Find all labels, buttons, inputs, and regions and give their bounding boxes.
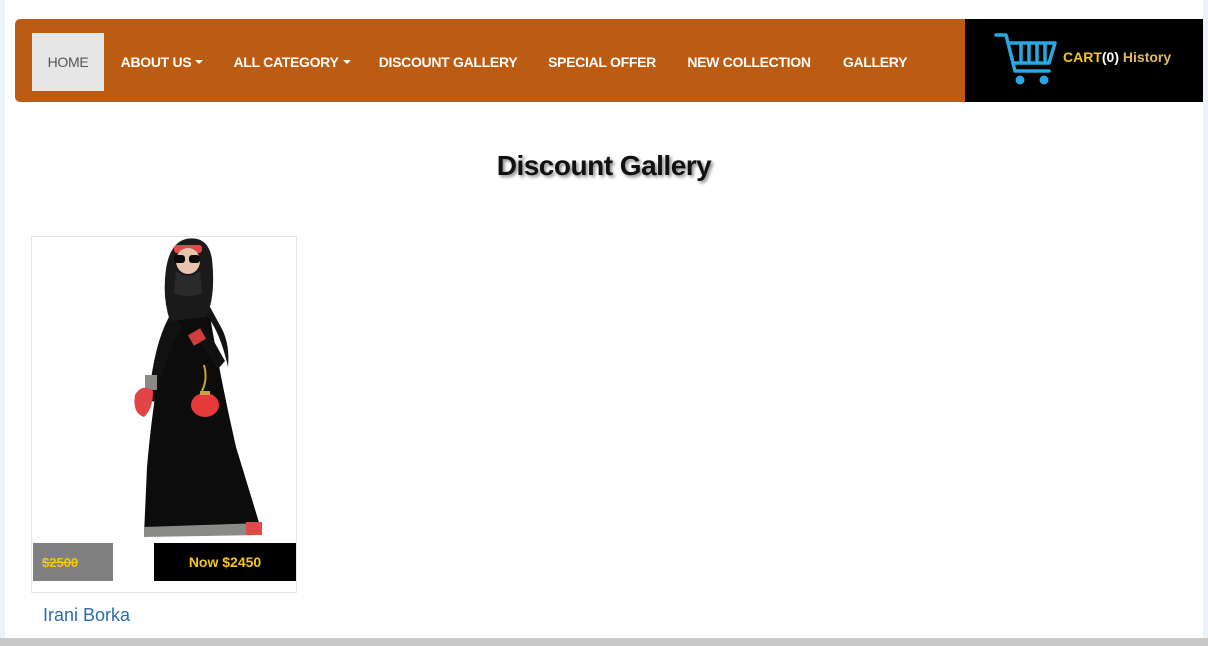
page-body: HOME ABOUT US ALL CATEGORY DISCOUNT GALL… [5, 0, 1203, 638]
product-card[interactable]: $2500 Now $2450 [31, 236, 297, 593]
nav-about-us[interactable]: ABOUT US [115, 33, 209, 91]
nav-home[interactable]: HOME [32, 33, 104, 91]
nav-gallery[interactable]: GALLERY [838, 33, 912, 91]
nav-new-collection[interactable]: NEW COLLECTION [682, 33, 816, 91]
nav-discount-gallery[interactable]: DISCOUNT GALLERY [375, 33, 521, 91]
cart-count: (0) [1101, 49, 1120, 65]
product-name-link[interactable]: Irani Borka [43, 605, 130, 626]
cart-panel: CART(0) History [965, 19, 1203, 102]
new-price: Now $2450 [154, 543, 296, 581]
horizontal-scrollbar[interactable] [0, 638, 1208, 646]
caret-down-icon [342, 60, 351, 64]
cart-link[interactable]: CART(0) History [1063, 49, 1171, 65]
old-price: $2500 [33, 543, 113, 581]
main-navbar: HOME ABOUT US ALL CATEGORY DISCOUNT GALL… [15, 19, 965, 102]
history-link[interactable]: History [1123, 49, 1171, 65]
shopping-cart-icon[interactable] [993, 31, 1059, 91]
caret-down-icon [195, 60, 204, 64]
nav-all-category[interactable]: ALL CATEGORY [225, 33, 359, 91]
cart-label: CART [1063, 49, 1102, 65]
nav-special-offer[interactable]: SPECIAL OFFER [545, 33, 659, 91]
page-title: Discount Gallery [496, 150, 712, 181]
product-image[interactable] [32, 237, 296, 537]
